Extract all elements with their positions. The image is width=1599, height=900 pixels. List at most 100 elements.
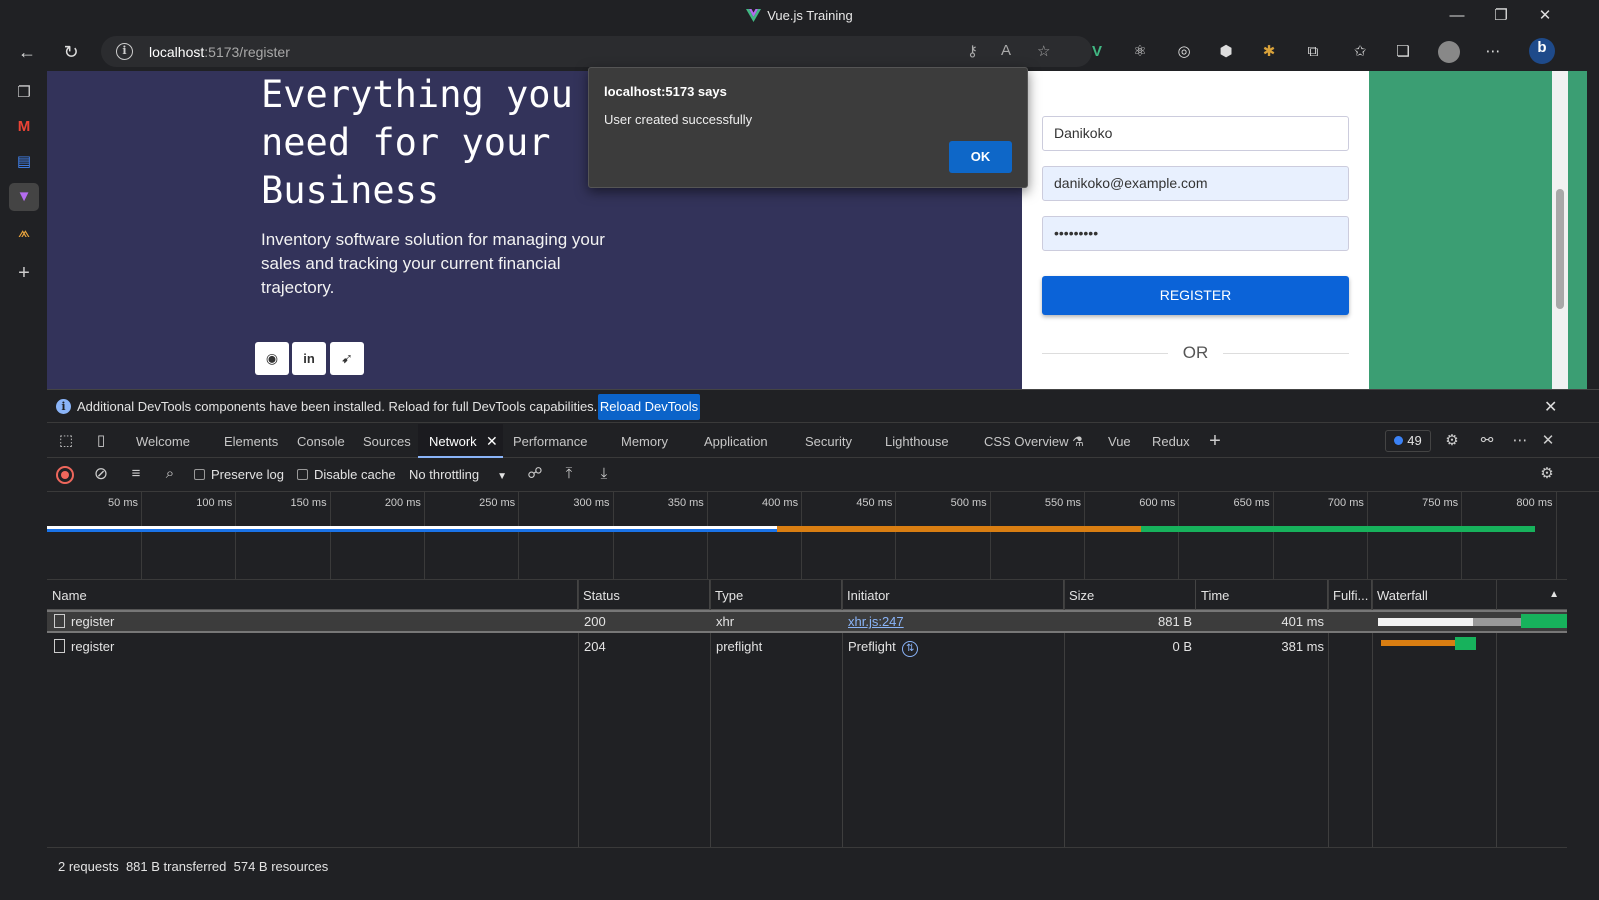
close-devtools-icon[interactable]: ✕ <box>1538 432 1558 450</box>
url-text[interactable]: localhost:5173/register <box>149 44 290 60</box>
gmail-icon[interactable]: M <box>9 113 39 141</box>
github-icon[interactable]: ◉ <box>255 342 289 375</box>
row-initiator-link[interactable]: xhr.js:247 <box>848 614 904 629</box>
register-button[interactable]: REGISTER <box>1042 276 1349 315</box>
throttling-select[interactable]: No throttling ▼ <box>409 467 507 482</box>
col-initiator[interactable]: Initiator <box>842 580 1064 610</box>
app-tab-icon[interactable]: ⩕ <box>9 219 39 247</box>
bug-extension-icon[interactable]: ✱ <box>1259 42 1279 62</box>
settings-gear-icon[interactable]: ⚙ <box>1442 432 1462 450</box>
timeline-tick-label: 750 ms <box>1422 497 1459 509</box>
clear-icon[interactable]: ⊘ <box>91 465 111 483</box>
tab-security[interactable]: Security <box>805 434 852 449</box>
disable-cache-checkbox[interactable]: Disable cache <box>297 467 396 482</box>
disable-cache-box[interactable] <box>297 469 308 480</box>
docs-icon[interactable]: ▤ <box>9 148 39 176</box>
address-bar[interactable]: i localhost:5173/register ⚷ A ☆ <box>101 36 1092 67</box>
refresh-button[interactable]: ↻ <box>58 40 84 64</box>
tab-welcome[interactable]: Welcome <box>136 434 190 449</box>
tab-console[interactable]: Console <box>297 434 345 449</box>
close-window-button[interactable]: ✕ <box>1532 6 1558 26</box>
twitter-icon[interactable]: ➹ <box>330 342 364 375</box>
import-har-icon[interactable]: ⤒ <box>559 465 579 483</box>
col-status[interactable]: Status <box>578 580 710 610</box>
tab-actions-icon[interactable]: ❐ <box>9 79 39 107</box>
tab-sources[interactable]: Sources <box>363 434 411 449</box>
export-har-icon[interactable]: ⤓ <box>594 465 614 483</box>
issues-icon <box>1394 436 1404 445</box>
file-icon <box>54 639 65 653</box>
tab-memory[interactable]: Memory <box>621 434 668 449</box>
linkedin-icon[interactable]: in <box>292 342 326 375</box>
summary-requests: 2 requests <box>58 859 119 874</box>
network-timeline-overview[interactable]: 50 ms 100 ms 150 ms 200 ms 250 ms 300 ms 350 m… <box>47 492 1567 580</box>
add-favorite-icon[interactable]: ☆ <box>1037 42 1050 60</box>
row-name: register <box>54 614 114 629</box>
filter-icon[interactable]: ≡ <box>126 465 146 483</box>
page-scrollbar[interactable] <box>1552 71 1568 397</box>
tab-network[interactable]: Network <box>429 434 477 449</box>
restore-button[interactable]: ❐ <box>1488 6 1514 26</box>
preflight-info-icon[interactable]: ⇅ <box>902 641 919 657</box>
name-field[interactable]: Danikoko <box>1042 116 1349 151</box>
network-conditions-icon[interactable]: ☍ <box>525 465 545 483</box>
extensions-icon[interactable]: ⧉ <box>1303 42 1323 62</box>
table-row[interactable]: register 200 xhr xhr.js:247 881 B 401 ms <box>47 610 1567 633</box>
alert-ok-button[interactable]: OK <box>949 141 1012 173</box>
read-aloud-icon[interactable]: A <box>1001 42 1011 59</box>
device-toolbar-icon[interactable]: ▯ <box>91 432 111 450</box>
title-bar: Vue.js Training — ❐ ✕ <box>0 0 1599 33</box>
issues-badge[interactable]: 49 <box>1385 430 1431 452</box>
back-button[interactable]: ← <box>14 40 40 64</box>
password-field[interactable]: ••••••••• <box>1042 216 1349 251</box>
col-size[interactable]: Size <box>1064 580 1196 610</box>
close-network-tab-icon[interactable]: ✕ <box>486 433 498 450</box>
site-info-icon[interactable]: i <box>116 43 133 60</box>
devtools-more-icon[interactable]: ⋯ <box>1510 432 1530 450</box>
vue-tab-icon[interactable]: ▼ <box>9 183 39 211</box>
waterfall-download-bar <box>1521 614 1567 628</box>
devtools-scrollbar[interactable] <box>1567 492 1599 847</box>
tab-elements[interactable]: Elements <box>224 434 278 449</box>
table-row[interactable]: register 204 preflight Preflight ⇅ 0 B 3… <box>47 635 1567 658</box>
profile-avatar[interactable] <box>1438 41 1460 63</box>
col-fulfilled[interactable]: Fulfi... <box>1328 580 1372 610</box>
key-icon[interactable]: ⚷ <box>967 42 978 60</box>
network-settings-gear-icon[interactable]: ⚙ <box>1537 465 1557 483</box>
col-name[interactable]: Name <box>47 580 578 610</box>
search-icon[interactable]: ⌕ <box>160 465 180 483</box>
close-infobar-icon[interactable]: ✕ <box>1544 397 1557 417</box>
inspect-element-icon[interactable]: ⬚ <box>56 432 76 450</box>
record-icon[interactable] <box>56 466 74 484</box>
customize-icon[interactable]: ⚯ <box>1477 432 1497 450</box>
tab-lighthouse[interactable]: Lighthouse <box>885 434 949 449</box>
page-scrollbar-thumb[interactable] <box>1556 189 1564 309</box>
hexagon-extension-icon[interactable]: ⬢ <box>1216 42 1236 62</box>
add-sidebar-icon[interactable]: + <box>9 259 39 287</box>
bing-copilot-icon[interactable]: b <box>1529 38 1555 64</box>
collections-icon[interactable]: ❏ <box>1393 42 1413 62</box>
more-menu-icon[interactable]: ⋯ <box>1483 42 1503 62</box>
reload-devtools-button[interactable]: Reload DevTools <box>598 394 700 420</box>
tab-performance[interactable]: Performance <box>513 434 587 449</box>
navigation-bar: ← ↻ i localhost:5173/register ⚷ A ☆ V ⚛ … <box>0 33 1599 71</box>
favorites-icon[interactable]: ✩ <box>1350 42 1370 62</box>
preserve-log-checkbox[interactable]: Preserve log <box>194 467 284 482</box>
flask-icon: ⚗ <box>1072 434 1084 449</box>
col-type[interactable]: Type <box>710 580 842 610</box>
tab-vue[interactable]: Vue <box>1108 434 1131 449</box>
col-time[interactable]: Time <box>1196 580 1328 610</box>
react-extension-icon[interactable]: ⚛ <box>1130 42 1150 62</box>
vue-devtools-extension-icon[interactable]: V <box>1087 42 1107 62</box>
tab-application[interactable]: Application <box>704 434 768 449</box>
hero-subtitle: Inventory software solution for managing… <box>261 230 605 297</box>
target-extension-icon[interactable]: ◎ <box>1174 42 1194 62</box>
more-tabs-plus-icon[interactable]: + <box>1205 431 1225 451</box>
tab-css-overview[interactable]: CSS Overview ⚗ <box>984 434 1084 450</box>
email-field[interactable]: danikoko@example.com <box>1042 166 1349 201</box>
minimize-button[interactable]: — <box>1444 6 1470 26</box>
tab-redux[interactable]: Redux <box>1152 434 1190 449</box>
preserve-log-box[interactable] <box>194 469 205 480</box>
col-waterfall[interactable]: Waterfall ▲ <box>1372 580 1567 610</box>
timeline-tick-label: 100 ms <box>196 497 233 509</box>
